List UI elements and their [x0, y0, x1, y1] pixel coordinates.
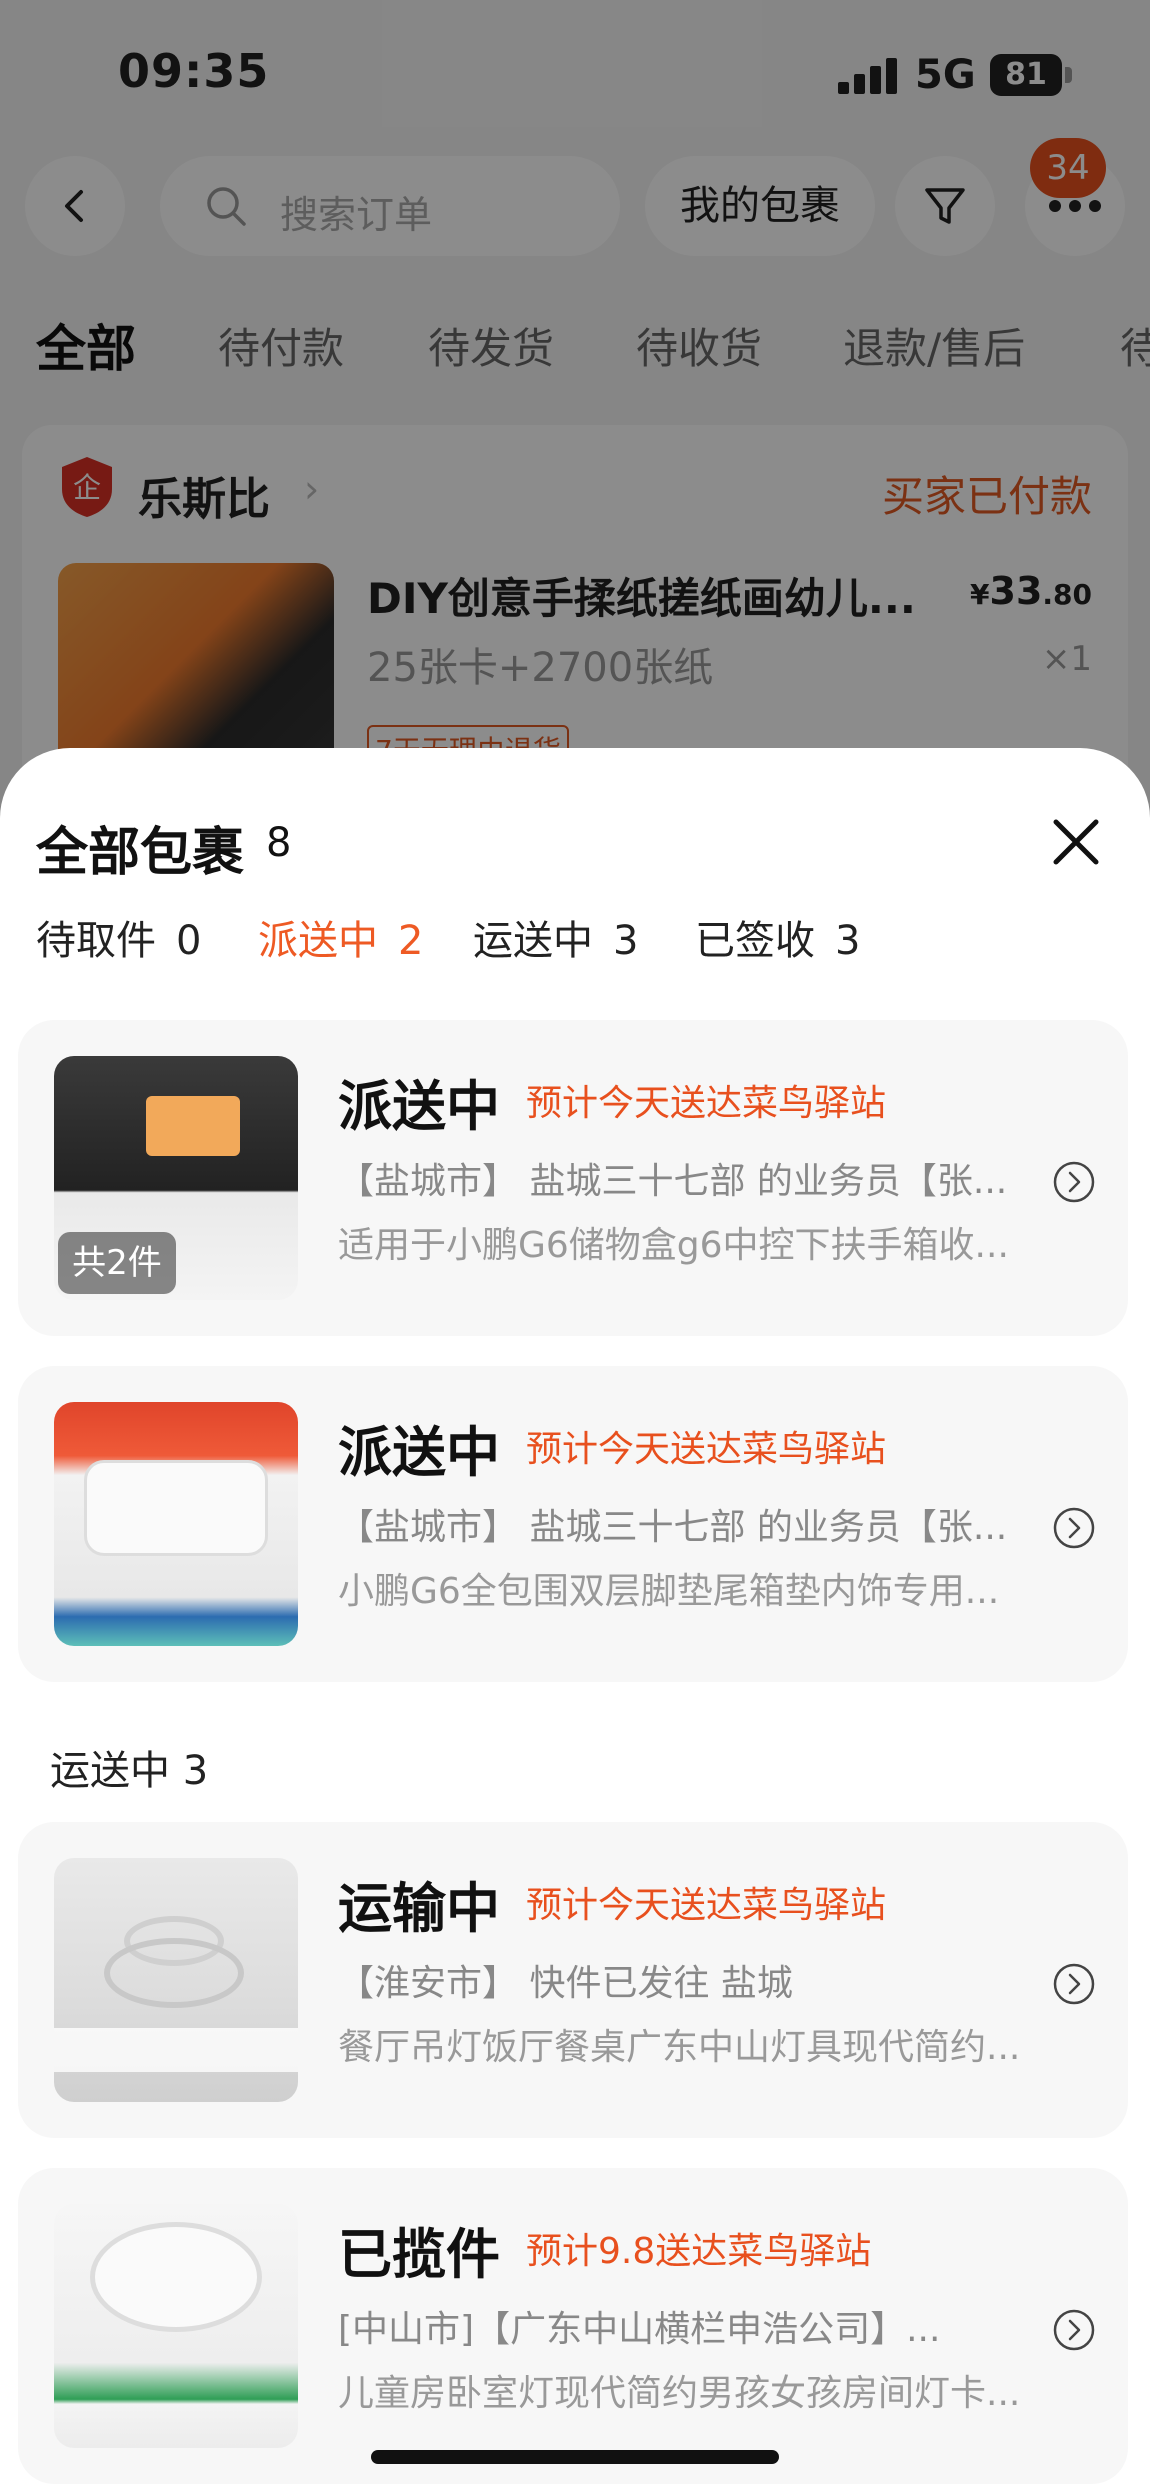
- package-eta: 预计今天送达菜鸟驿站: [526, 1429, 887, 1470]
- package-filter-row: 待取件 0 派送中 2 运送中 3 已签收 3: [0, 908, 1150, 968]
- package-route: 【淮安市】 快件已发往 盐城: [338, 1963, 793, 2004]
- section-label-in-transit: 运送中 3: [50, 1748, 209, 1794]
- filter-delivering[interactable]: 派送中 2: [258, 908, 423, 966]
- package-route: 【盐城市】 盐城三十七部 的业务员【张...: [338, 1161, 1008, 1202]
- package-image: [54, 1858, 298, 2102]
- package-image: [54, 1402, 298, 1646]
- package-route: 【盐城市】 盐城三十七部 的业务员【张...: [338, 1507, 1008, 1548]
- home-indicator[interactable]: [371, 2450, 779, 2464]
- chevron-right-circle-icon[interactable]: [1052, 2308, 1096, 2352]
- package-status: 派送中: [338, 1075, 500, 1138]
- package-status: 派送中: [338, 1421, 500, 1484]
- package-card[interactable]: 派送中 预计今天送达菜鸟驿站 【盐城市】 盐城三十七部 的业务员【张... 小鹏…: [18, 1366, 1128, 1682]
- chevron-right-circle-icon[interactable]: [1052, 1962, 1096, 2006]
- filter-signed[interactable]: 已签收 3: [695, 908, 860, 966]
- filter-in-transit[interactable]: 运送中 3: [473, 908, 638, 966]
- package-eta: 预计今天送达菜鸟驿站: [526, 1885, 887, 1926]
- package-card[interactable]: 运输中 预计今天送达菜鸟驿站 【淮安市】 快件已发往 盐城 餐厅吊灯饭厅餐桌广东…: [18, 1822, 1128, 2138]
- packages-sheet: 全部包裹 8 待取件 0 派送中 2 运送中 3 已签收 3 共2件 派送中 预计今天送…: [0, 748, 1150, 2489]
- package-status: 已揽件: [338, 2223, 500, 2286]
- package-product: 适用于小鹏G6储物盒g6中控下扶手箱收...: [338, 1225, 1009, 1266]
- package-eta: 预计今天送达菜鸟驿站: [526, 1083, 887, 1124]
- item-count-overlay: 共2件: [58, 1232, 176, 1294]
- chevron-right-circle-icon[interactable]: [1052, 1506, 1096, 1550]
- sheet-title: 全部包裹: [36, 823, 245, 883]
- package-product: 小鹏G6全包围双层脚垫尾箱垫内饰专用...: [338, 1571, 1000, 1612]
- package-eta: 预计9.8送达菜鸟驿站: [526, 2231, 872, 2272]
- close-icon[interactable]: [1048, 814, 1104, 870]
- sheet-count: 8: [266, 820, 292, 866]
- package-card[interactable]: 已揽件 预计9.8送达菜鸟驿站 [中山市]【广东中山横栏申浩公司】... 儿童房…: [18, 2168, 1128, 2484]
- filter-pending-pickup[interactable]: 待取件 0: [36, 908, 201, 966]
- package-product: 餐厅吊灯饭厅餐桌广东中山灯具现代简约...: [338, 2027, 1021, 2068]
- package-image: [54, 2204, 298, 2448]
- package-route: [中山市]【广东中山横栏申浩公司】...: [338, 2309, 941, 2350]
- package-card[interactable]: 共2件 派送中 预计今天送达菜鸟驿站 【盐城市】 盐城三十七部 的业务员【张..…: [18, 1020, 1128, 1336]
- chevron-right-circle-icon[interactable]: [1052, 1160, 1096, 1204]
- package-status: 运输中: [338, 1877, 500, 1940]
- package-image: 共2件: [54, 1056, 298, 1300]
- package-product: 儿童房卧室灯现代简约男孩女孩房间灯卡...: [338, 2373, 1021, 2414]
